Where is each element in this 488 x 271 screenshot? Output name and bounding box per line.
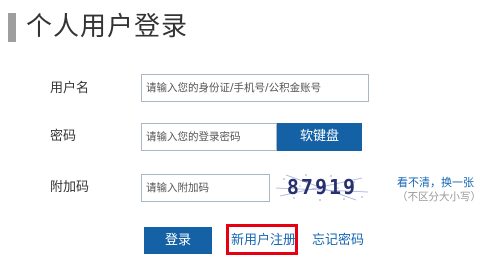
password-input[interactable]	[141, 123, 277, 151]
register-link[interactable]: 新用户注册	[231, 233, 296, 248]
login-button[interactable]: 登录	[144, 227, 212, 254]
forgot-password-link[interactable]: 忘记密码	[312, 233, 364, 248]
password-label: 密码	[50, 129, 77, 144]
captcha-image[interactable]: 87919	[276, 170, 368, 204]
soft-keyboard-button[interactable]: 软键盘	[277, 123, 362, 151]
captcha-case-hint: （不区分大小写）	[397, 191, 481, 203]
captcha-refresh-link[interactable]: 看不清，换一张	[397, 176, 474, 190]
username-input[interactable]	[141, 74, 369, 102]
username-label: 用户名	[50, 81, 90, 96]
captcha-label: 附加码	[50, 180, 90, 195]
captcha-text: 87919	[287, 175, 357, 199]
title-accent-bar	[8, 13, 16, 42]
captcha-input[interactable]	[141, 174, 270, 202]
page-title: 个人用户登录	[26, 12, 189, 42]
